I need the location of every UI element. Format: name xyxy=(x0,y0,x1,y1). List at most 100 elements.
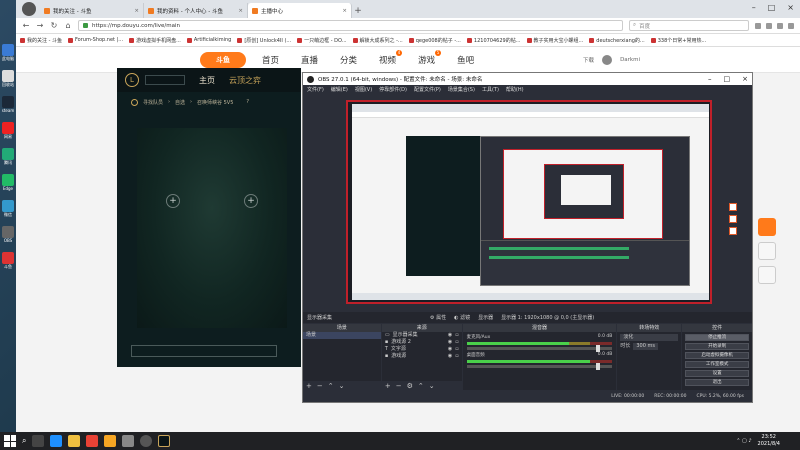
close-tab-icon[interactable]: × xyxy=(238,8,243,14)
menu-profile[interactable]: 配置文件(P) xyxy=(414,86,441,93)
source-item[interactable]: ▪ 游戏源 2 ◉ ▫ xyxy=(382,339,462,346)
close-tab-icon[interactable]: × xyxy=(134,8,139,14)
float-play-icon[interactable] xyxy=(758,218,776,236)
desktop-icon[interactable]: OBS xyxy=(0,226,16,246)
browser-tab-active[interactable]: 主播中心 × xyxy=(248,3,352,18)
menu-view[interactable]: 视图(V) xyxy=(355,86,372,93)
desktop-icon[interactable]: 网易 xyxy=(0,122,16,142)
bookmark-item[interactable]: Forum-Shop.net |... xyxy=(67,37,123,43)
volume-slider[interactable] xyxy=(466,345,613,352)
eye-icon[interactable]: ◉ xyxy=(448,339,452,346)
reload-icon[interactable]: ↻ xyxy=(50,21,58,30)
username[interactable]: Darkmi xyxy=(620,57,640,63)
start-recording-button[interactable]: 开始录制 xyxy=(685,343,750,350)
game-nav-home[interactable]: 主页 xyxy=(199,75,215,86)
lock-icon[interactable]: ▫ xyxy=(455,332,458,339)
down-icon[interactable]: ⌄ xyxy=(339,382,345,390)
stop-streaming-button[interactable]: 停止推流 xyxy=(685,334,750,341)
scene-item[interactable]: 场景 xyxy=(303,332,381,339)
lol-icon[interactable] xyxy=(158,435,171,447)
volume-knob[interactable] xyxy=(596,345,601,352)
float-home-icon[interactable] xyxy=(758,242,776,260)
bookmark-item[interactable]: 1210704629的帖... xyxy=(466,37,521,44)
bookmark-item[interactable]: 338个日常+常用热... xyxy=(650,37,706,44)
virtual-camera-button[interactable]: 启动虚拟摄像机 xyxy=(685,352,750,359)
menu-tools[interactable]: 工具(T) xyxy=(482,86,499,93)
nav-category[interactable]: 分类 xyxy=(334,54,363,66)
extension-icon[interactable] xyxy=(766,22,772,29)
task-view-icon[interactable] xyxy=(32,435,45,447)
nav-home[interactable]: 首页 xyxy=(256,54,285,66)
game-play-button[interactable] xyxy=(145,75,185,85)
tray-icons[interactable]: ⌃ ▢ ♪ xyxy=(736,438,751,444)
bookmark-item[interactable]: 解锁大成系列之 -... xyxy=(352,37,403,44)
bookmark-item[interactable]: 一只萌边框 - DO... xyxy=(297,37,347,44)
browser-tab[interactable]: 我的关注 - 斗鱼 × xyxy=(40,3,144,18)
nav-video[interactable]: 视频 4 xyxy=(373,49,403,66)
nav-games[interactable]: 游戏 5 xyxy=(412,49,442,66)
desktop-icon[interactable]: steam xyxy=(0,96,16,116)
search-input[interactable]: ⌕ 百度 xyxy=(629,20,749,31)
download-link[interactable]: 下载 xyxy=(583,56,594,64)
source-item[interactable]: ▪ 游戏源 ◉ ▫ xyxy=(382,353,462,360)
maximize-icon[interactable]: □ xyxy=(724,75,731,83)
obs-preview[interactable] xyxy=(346,100,712,304)
bookmark-item[interactable]: 我的关注 - 斗鱼 xyxy=(20,37,62,44)
user-avatar[interactable] xyxy=(602,54,613,65)
transition-select[interactable]: 淡化 xyxy=(620,334,679,341)
duration-input[interactable]: 300 ms xyxy=(633,343,658,350)
side-float-icon[interactable] xyxy=(729,203,737,211)
lock-icon[interactable]: ▫ xyxy=(455,339,458,346)
bookmark-item[interactable]: 教子实用大宝小螺组... xyxy=(526,37,583,44)
add-player-icon[interactable]: + xyxy=(166,194,180,208)
remove-icon[interactable]: − xyxy=(317,382,323,390)
nav-yuba[interactable]: 鱼吧 xyxy=(451,54,480,66)
menu-help[interactable]: 帮助(H) xyxy=(506,86,524,93)
start-button[interactable] xyxy=(4,435,16,447)
app-icon[interactable] xyxy=(104,435,117,447)
lock-icon[interactable]: ▫ xyxy=(455,346,458,353)
search-icon[interactable]: ⌕ xyxy=(22,436,26,446)
explorer-icon[interactable] xyxy=(68,435,81,447)
volume-slider[interactable] xyxy=(466,363,613,370)
close-tab-icon[interactable]: × xyxy=(342,8,347,14)
back-icon[interactable]: ← xyxy=(22,21,30,30)
add-icon[interactable]: + xyxy=(385,382,391,390)
menu-docks[interactable]: 停靠部件(D) xyxy=(379,86,407,93)
studio-mode-button[interactable]: 工作室模式 xyxy=(685,361,750,368)
desktop-icon[interactable]: 腾讯 xyxy=(0,148,16,168)
eye-icon[interactable]: ◉ xyxy=(448,332,452,339)
obs-icon[interactable] xyxy=(140,435,153,447)
edge-icon[interactable] xyxy=(50,435,63,447)
extension-icon[interactable] xyxy=(777,22,783,29)
desktop-icon[interactable]: Edge xyxy=(0,174,16,194)
menu-scene-collection[interactable]: 场景集合(S) xyxy=(448,86,475,93)
gear-icon[interactable]: ⚙ xyxy=(407,382,413,390)
side-float-icon[interactable] xyxy=(729,227,737,235)
menu-edit[interactable]: 编辑(E) xyxy=(331,86,348,93)
exit-button[interactable]: 退出 xyxy=(685,379,750,386)
bookmark-item[interactable]: [原创] Unlock4II (... xyxy=(237,37,291,44)
nav-live[interactable]: 直播 xyxy=(295,54,324,66)
chrome-icon[interactable] xyxy=(86,435,99,447)
volume-knob[interactable] xyxy=(596,363,601,370)
properties-button[interactable]: ⚙ 属性 xyxy=(430,314,446,321)
source-item[interactable]: ▭ 显示器采集 ◉ ▫ xyxy=(382,332,462,339)
desktop-icon[interactable]: 回收站 xyxy=(0,70,16,90)
source-item[interactable]: T 文字源 ◉ ▫ xyxy=(382,346,462,353)
profile-avatar[interactable] xyxy=(22,2,36,16)
minimize-icon[interactable]: – xyxy=(708,75,712,83)
lol-logo-icon[interactable]: L xyxy=(125,73,139,87)
up-icon[interactable]: ⌃ xyxy=(418,382,424,390)
add-icon[interactable]: + xyxy=(306,382,312,390)
add-player-icon[interactable]: + xyxy=(244,194,258,208)
game-chat-input[interactable] xyxy=(131,345,277,357)
clock[interactable]: 23:52 2021/8/4 xyxy=(758,434,780,448)
eye-icon[interactable]: ◉ xyxy=(448,353,452,360)
forward-icon[interactable]: → xyxy=(36,21,44,30)
float-app-icon[interactable] xyxy=(758,266,776,284)
close-icon[interactable]: × xyxy=(787,3,794,12)
bookmark-item[interactable]: 游戏虚拟手机网盘... xyxy=(129,37,181,44)
close-icon[interactable]: × xyxy=(742,75,748,83)
lock-icon[interactable]: ▫ xyxy=(455,353,458,360)
